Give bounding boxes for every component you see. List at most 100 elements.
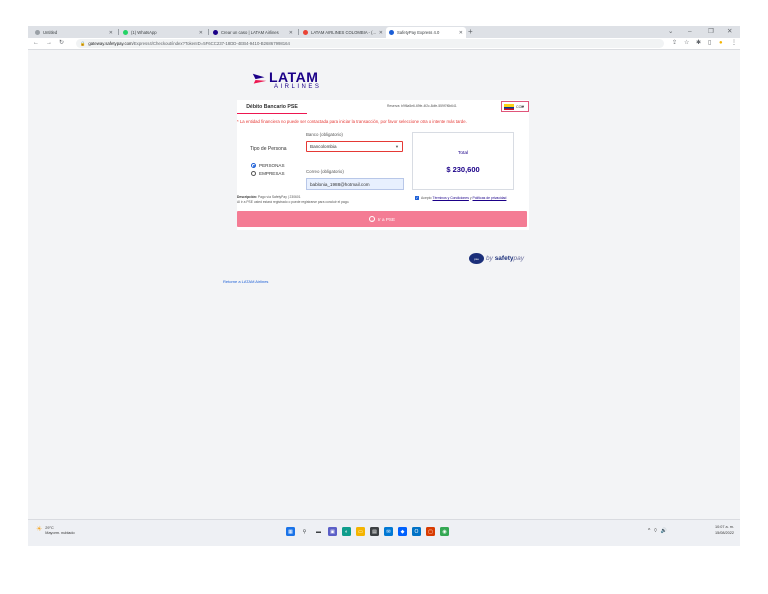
close-icon[interactable]: ✕ xyxy=(199,30,203,36)
store-icon[interactable]: ▤ xyxy=(370,527,379,536)
colombia-flag-icon xyxy=(504,103,514,110)
outlook-icon[interactable]: O xyxy=(412,527,421,536)
minimize-button[interactable]: – xyxy=(688,26,692,37)
language-select[interactable]: COL ▼ xyxy=(501,101,529,112)
pse-button-label: Ir a PSE xyxy=(377,216,396,222)
tab-search-icon[interactable]: ⌄ xyxy=(668,26,673,37)
search-icon[interactable]: ⚲ xyxy=(300,527,309,536)
description-title: Descripción: xyxy=(237,195,257,199)
reservation-reference: Reserva: b9f6a5e6-69fe-4f2c-8dfe-559f7f6… xyxy=(387,104,457,108)
safetypay-brand: safety xyxy=(494,255,514,262)
date: 15/08/2022 xyxy=(714,530,734,535)
tab-pse[interactable]: Débito Bancario PSE xyxy=(237,100,307,114)
close-window-button[interactable]: ✕ xyxy=(727,26,732,37)
bank-select[interactable]: Bancolombia ▼ xyxy=(306,141,403,152)
return-link[interactable]: Retorne a LATAM Airlines xyxy=(223,279,268,284)
browser-tab-bar: Untitled ✕ (1) WhatsApp ✕ Crear un caso … xyxy=(28,26,740,38)
brand-subtitle: AIRLINES xyxy=(274,84,322,90)
payment-description: Descripción: Pago vía SafetyPay | 230601… xyxy=(237,195,349,204)
browser-tab-latam-case[interactable]: Crear un caso | LATAM Airlines ✕ xyxy=(210,27,296,38)
windows-start-icon[interactable]: ▦ xyxy=(286,527,295,536)
description-text: Pago vía SafetyPay | 230601 xyxy=(257,195,301,199)
browser-tab-safetypay[interactable]: SafetyPay Express 4.0 ✕ xyxy=(386,27,466,38)
chrome-icon[interactable]: ◉ xyxy=(440,527,449,536)
profile-avatar[interactable]: ● xyxy=(719,38,723,49)
safetypay-icon xyxy=(389,30,394,35)
bookmark-star-icon[interactable]: ☆ xyxy=(684,38,689,49)
privacy-link[interactable]: Políticas de privacidad xyxy=(473,196,507,200)
task-view-icon[interactable]: ▬ xyxy=(314,527,323,536)
browser-tab-gmail[interactable]: LATAM AIRLINES COLOMBIA - (... ✕ xyxy=(300,27,386,38)
person-type-label: Tipo de Persona xyxy=(250,146,287,152)
menu-icon[interactable]: ⋮ xyxy=(731,38,737,49)
clock[interactable]: 10:07 a. m. 15/08/2022 xyxy=(698,525,734,536)
tab-title: (1) WhatsApp xyxy=(131,30,157,35)
close-icon[interactable]: ✕ xyxy=(379,30,383,36)
email-value: bablonia_1988@hotmail.com xyxy=(310,181,370,187)
safetypay-by: by xyxy=(486,255,493,262)
and-text: y xyxy=(469,196,472,200)
pse-logo: pse xyxy=(469,253,484,264)
wifi-icon[interactable]: ⌔ xyxy=(653,528,658,534)
email-label: Correo (obligatorio) xyxy=(306,169,344,174)
back-icon[interactable]: ← xyxy=(33,38,39,49)
close-icon[interactable]: ✕ xyxy=(109,30,113,36)
description-note: Al ir a PSE usted estará registrado o pu… xyxy=(237,199,350,204)
terms-checkbox[interactable]: ✓ xyxy=(415,196,419,200)
new-tab-button[interactable]: + xyxy=(468,26,473,37)
total-amount: $ 230,600 xyxy=(446,165,480,174)
go-to-pse-button[interactable]: → Ir a PSE xyxy=(237,211,527,227)
weather-widget[interactable]: ☀ 29°C Mayorm. nublado xyxy=(36,526,75,536)
browser-tab-untitled[interactable]: Untitled ✕ xyxy=(32,27,116,38)
accept-prefix: Acepto xyxy=(421,196,432,200)
lock-icon: 🔒 xyxy=(80,40,86,46)
safetypay-suffix: pay xyxy=(513,255,524,262)
speaker-icon[interactable]: 🔊 xyxy=(661,528,667,534)
weather-icon: ☀ xyxy=(36,526,43,533)
url-path: /Express4/Checkout/index?TokenID=5F6CC23… xyxy=(132,41,290,46)
total-box: Total $ 230,600 xyxy=(412,132,514,190)
system-tray[interactable]: ^ ⌔ 🔊 xyxy=(648,528,667,534)
bank-value: Bancolombia xyxy=(310,144,337,149)
bank-label: Banco (obligatorio) xyxy=(306,132,343,137)
extensions-icon[interactable]: ✱ xyxy=(696,38,701,49)
forward-icon[interactable]: → xyxy=(46,38,52,49)
dropbox-icon[interactable]: ◆ xyxy=(398,527,407,536)
chat-icon[interactable]: ▣ xyxy=(328,527,337,536)
mail-icon[interactable]: ✉ xyxy=(384,527,393,536)
tab-title: SafetyPay Express 4.0 xyxy=(397,30,440,35)
screen: Untitled ✕ (1) WhatsApp ✕ Crear un caso … xyxy=(28,26,740,546)
radio-personas-label: PERSONAS xyxy=(259,163,285,168)
gmail-icon xyxy=(303,30,308,35)
edge-icon[interactable]: ◐ xyxy=(342,527,351,536)
maximize-button[interactable]: ❐ xyxy=(708,26,714,37)
url-input[interactable]: 🔒 gateway.safetypay.com/Express4/Checkou… xyxy=(76,39,664,48)
page-icon xyxy=(35,30,40,35)
safetypay-wordmark: by safetypay xyxy=(486,255,524,262)
tab-title: LATAM AIRLINES COLOMBIA - (... xyxy=(311,30,376,35)
file-explorer-icon[interactable]: ▭ xyxy=(356,527,365,536)
chevron-down-icon: ▼ xyxy=(395,144,399,149)
terms-acceptance: ✓ Acepto Términos y Condiciones y Políti… xyxy=(415,196,506,200)
address-bar-row: ← → ↻ 🔒 gateway.safetypay.com/Express4/C… xyxy=(28,38,740,50)
arrow-right-icon: → xyxy=(368,216,375,222)
chevron-down-icon: ▼ xyxy=(521,104,525,109)
radio-empresas[interactable] xyxy=(251,171,256,176)
radio-empresas-label: EMPRESAS xyxy=(259,171,285,176)
latam-icon xyxy=(213,30,218,35)
weather-description: Mayorm. nublado xyxy=(45,531,75,535)
browser-tab-whatsapp[interactable]: (1) WhatsApp ✕ xyxy=(120,27,206,38)
reload-icon[interactable]: ↻ xyxy=(59,38,64,49)
close-icon[interactable]: ✕ xyxy=(289,30,293,36)
radio-personas[interactable] xyxy=(251,163,256,168)
chevron-up-icon[interactable]: ^ xyxy=(648,528,650,534)
taskbar-apps: ▦ ⚲ ▬ ▣ ◐ ▭ ▤ ✉ ◆ O ▢ ◉ xyxy=(286,527,449,536)
terms-link[interactable]: Términos y Condiciones xyxy=(433,196,469,200)
close-icon[interactable]: ✕ xyxy=(459,30,463,36)
whatsapp-icon xyxy=(123,30,128,35)
safetypay-badge: pse by safetypay xyxy=(469,253,524,264)
sidebar-icon[interactable]: ▯ xyxy=(708,38,711,49)
office-icon[interactable]: ▢ xyxy=(426,527,435,536)
share-icon[interactable]: ⇪ xyxy=(672,38,677,49)
email-field[interactable]: bablonia_1988@hotmail.com xyxy=(306,178,404,190)
